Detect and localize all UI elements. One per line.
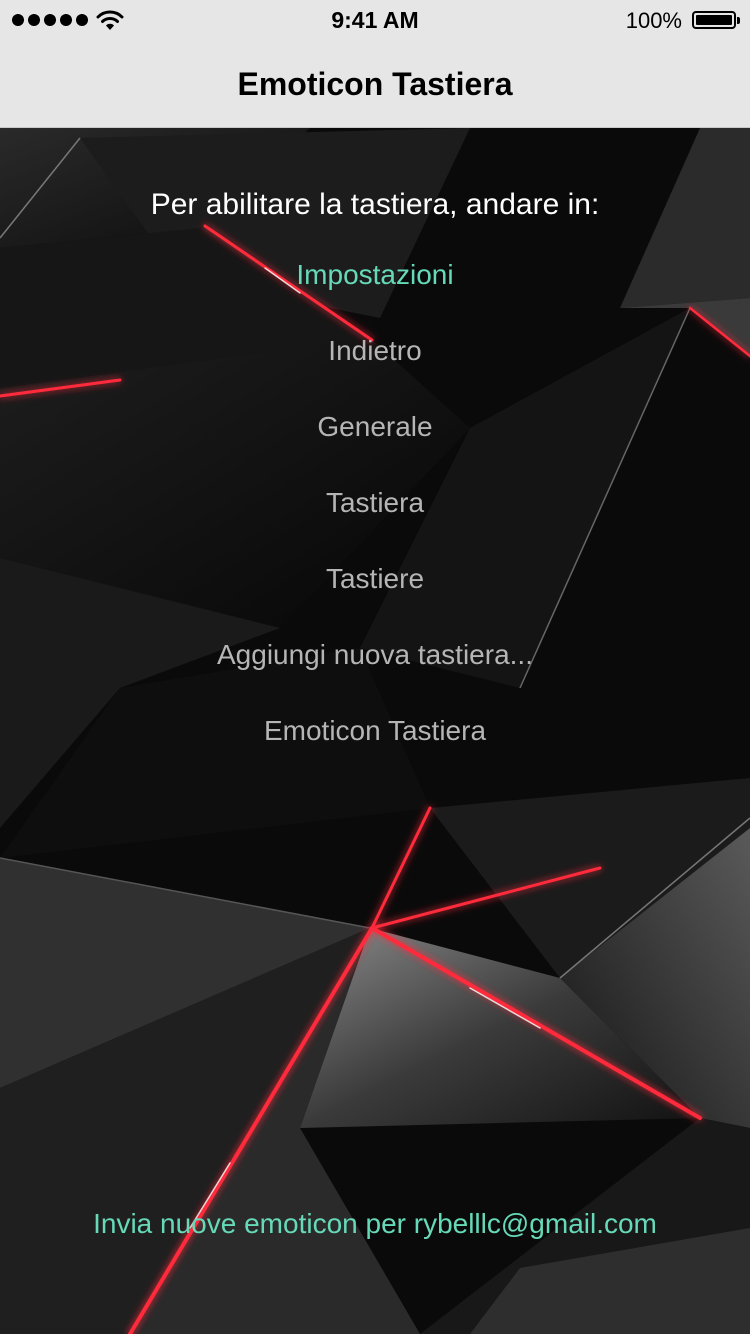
main-content: Per abilitare la tastiera, andare in: Im…	[0, 128, 750, 1334]
step-impostazioni-link[interactable]: Impostazioni	[0, 254, 750, 330]
battery-icon	[692, 11, 740, 29]
instructions-title: Per abilitare la tastiera, andare in:	[150, 188, 600, 221]
step-tastiere: Tastiere	[325, 563, 425, 594]
step-aggiungi-nuova-tastiera: Aggiungi nuova tastiera...	[217, 639, 533, 670]
instruction-steps-list: Impostazioni Indietro Generale Tastiera …	[0, 254, 750, 786]
step-generale: Generale	[317, 411, 433, 442]
step-indietro: Indietro	[328, 335, 422, 366]
step-emoticon-tastiera: Emoticon Tastiera	[263, 715, 487, 746]
navigation-bar: Emoticon Tastiera	[0, 40, 750, 128]
footer-email-link[interactable]: Invia nuove emoticon per rybelllc@gmail.…	[0, 1208, 750, 1240]
step-tastiera: Tastiera	[325, 487, 425, 518]
status-bar: 9:41 AM 100%	[0, 0, 750, 40]
battery-percent: 100%	[625, 8, 682, 33]
page-title: Emoticon Tastiera	[237, 66, 513, 102]
